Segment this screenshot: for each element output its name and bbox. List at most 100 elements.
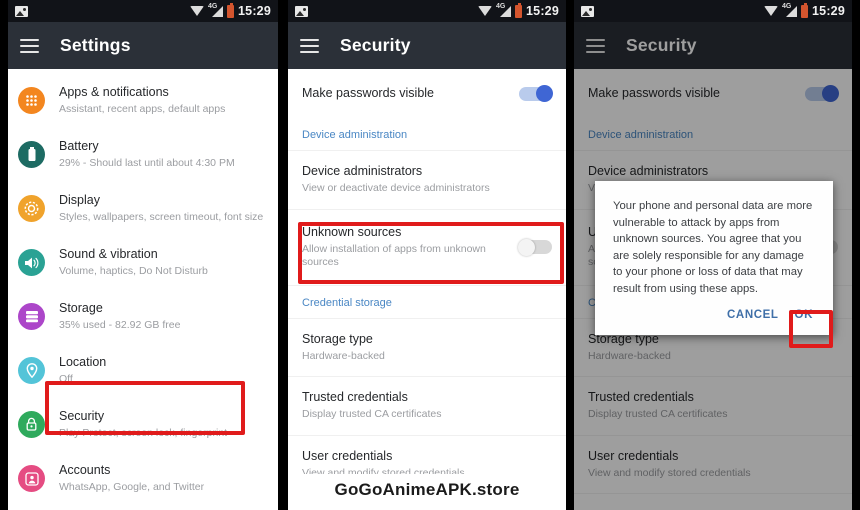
signal-icon: 4G — [208, 3, 224, 17]
security-row-title: Trusted credentials — [302, 390, 408, 404]
settings-item-text: Storage 35% used - 82.92 GB free — [59, 300, 180, 332]
page-title: Settings — [60, 35, 131, 55]
watermark-label: GoGoAnimeAPK.store — [334, 480, 520, 499]
location-pin-icon — [18, 357, 45, 384]
settings-item-text: Battery 29% - Should last until about 4:… — [59, 138, 235, 170]
battery-icon — [227, 2, 235, 18]
status-bar-left — [295, 5, 308, 17]
image-icon — [581, 5, 594, 17]
security-row-text: Trusted credentials Display trusted CA c… — [302, 390, 552, 422]
settings-item-text: Accounts WhatsApp, Google, and Twitter — [59, 462, 204, 494]
settings-item-display[interactable]: Display Styles, wallpapers, screen timeo… — [8, 183, 278, 237]
status-bar-right: 4G 15:29 — [478, 2, 559, 18]
speaker-icon — [18, 249, 45, 276]
security-row-make-passwords-visible[interactable]: Make passwords visible — [288, 69, 566, 118]
settings-item-title: Storage — [59, 301, 103, 315]
screenshot-stage: 4G 15:29 Settings Apps & notifications A… — [0, 0, 860, 510]
security-row-text: Make passwords visible — [302, 86, 519, 101]
account-icon — [18, 465, 45, 492]
phone-panel-security-dialog: 4G 15:29 Security Make passwords visible… — [574, 0, 852, 510]
page-title: Security — [340, 35, 411, 55]
settings-item-title: Display — [59, 193, 100, 207]
clock-label: 15:29 — [238, 4, 271, 18]
settings-item-subtitle: Volume, haptics, Do Not Disturb — [59, 264, 208, 277]
settings-item-title: Sound & vibration — [59, 247, 158, 261]
settings-item-title: Security — [59, 409, 105, 423]
settings-item-security[interactable]: Security Play Protect, screen lock, fing… — [8, 399, 278, 453]
settings-item-subtitle: Styles, wallpapers, screen timeout, font… — [59, 210, 264, 223]
settings-item-text: Location Off — [59, 354, 106, 386]
settings-item-subtitle: 29% - Should last until about 4:30 PM — [59, 156, 235, 169]
security-row-subtitle: Hardware-backed — [302, 349, 385, 362]
settings-item-text: Sound & vibration Volume, haptics, Do No… — [59, 246, 208, 278]
settings-list: Apps & notifications Assistant, recent a… — [8, 69, 278, 507]
settings-item-battery[interactable]: Battery 29% - Should last until about 4:… — [8, 129, 278, 183]
security-row-title: User credentials — [302, 448, 393, 463]
settings-item-text: Security Play Protect, screen lock, fing… — [59, 408, 227, 440]
security-row-storage-type[interactable]: Storage type Hardware-backed — [288, 319, 566, 377]
status-bar: 4G 15:29 — [8, 0, 278, 22]
settings-item-title: Accounts — [59, 463, 111, 477]
settings-item-subtitle: WhatsApp, Google, and Twitter — [59, 480, 205, 493]
settings-item-subtitle: Off — [59, 372, 73, 385]
settings-item-title: Location — [59, 355, 107, 369]
settings-item-subtitle: Play Protect, screen lock, fingerprint — [59, 426, 228, 439]
apps-grid-icon — [18, 87, 45, 114]
security-row-title: Device administrators — [302, 164, 423, 178]
settings-item-sound[interactable]: Sound & vibration Volume, haptics, Do No… — [8, 237, 278, 291]
settings-item-subtitle: 35% used - 82.92 GB free — [59, 318, 181, 331]
security-list: Make passwords visible Device administra… — [288, 69, 566, 494]
phone-panel-security: 4G 15:29 Security Make passwords visible… — [288, 0, 566, 510]
security-row-device-administrators[interactable]: Device administrators View or deactivate… — [288, 151, 566, 210]
security-row-unknown-sources[interactable]: Unknown sources Allow installation of ap… — [288, 210, 566, 286]
status-bar-left — [15, 5, 28, 17]
section-header-credential-storage: Credential storage — [288, 286, 566, 319]
lock-shield-icon — [18, 411, 45, 438]
settings-item-text: Display Styles, wallpapers, screen timeo… — [59, 192, 263, 224]
security-row-trusted-credentials[interactable]: Trusted credentials Display trusted CA c… — [288, 377, 566, 436]
image-icon — [295, 5, 308, 17]
battery-icon — [18, 141, 45, 168]
status-bar-left — [581, 5, 594, 17]
signal-icon: 4G — [782, 3, 798, 17]
security-row-subtitle: Allow installation of apps from unknown … — [302, 242, 486, 269]
hamburger-icon[interactable] — [20, 38, 39, 53]
settings-item-apps[interactable]: Apps & notifications Assistant, recent a… — [8, 75, 278, 129]
status-bar-right: 4G 15:29 — [764, 2, 845, 18]
settings-item-accounts[interactable]: Accounts WhatsApp, Google, and Twitter — [8, 453, 278, 507]
security-row-subtitle: View or deactivate device administrators — [302, 182, 490, 194]
wifi-icon — [764, 6, 779, 16]
settings-item-title: Battery — [59, 139, 99, 153]
unknown-sources-toggle[interactable] — [518, 238, 552, 256]
unknown-sources-dialog: Your phone and personal data are more vu… — [595, 181, 833, 335]
image-icon — [15, 5, 28, 17]
security-row-subtitle: Display trusted CA certificates — [302, 408, 442, 420]
storage-list-icon — [18, 303, 45, 330]
dialog-message: Your phone and personal data are more vu… — [613, 200, 813, 295]
clock-label: 15:29 — [526, 4, 559, 18]
dialog-actions: CANCEL OK — [613, 297, 815, 329]
settings-item-subtitle: Assistant, recent apps, default apps — [59, 102, 226, 115]
brightness-icon — [18, 195, 45, 222]
status-bar: 4G 15:29 — [288, 0, 566, 22]
watermark-strip: GoGoAnimeAPK.store — [288, 474, 566, 510]
battery-icon — [515, 2, 523, 18]
app-bar-settings: Settings — [8, 22, 278, 69]
security-row-text: Storage type Hardware-backed — [302, 332, 552, 364]
ok-button[interactable]: OK — [795, 309, 813, 321]
settings-item-storage[interactable]: Storage 35% used - 82.92 GB free — [8, 291, 278, 345]
status-bar: 4G 15:29 — [574, 0, 852, 22]
settings-item-location[interactable]: Location Off — [8, 345, 278, 399]
hamburger-icon[interactable] — [300, 38, 319, 53]
signal-bars — [786, 6, 798, 17]
security-row-title: Storage type — [302, 331, 373, 346]
status-bar-right: 4G 15:29 — [190, 2, 271, 18]
signal-bars — [212, 6, 224, 17]
security-row-title: Unknown sources — [302, 224, 402, 239]
app-bar-security: Security — [288, 22, 566, 69]
cancel-button[interactable]: CANCEL — [727, 309, 779, 321]
security-row-text: Device administrators View or deactivate… — [302, 164, 552, 196]
phone-panel-settings: 4G 15:29 Settings Apps & notifications A… — [8, 0, 278, 510]
make-passwords-visible-toggle[interactable] — [519, 85, 553, 102]
signal-icon: 4G — [496, 3, 512, 17]
